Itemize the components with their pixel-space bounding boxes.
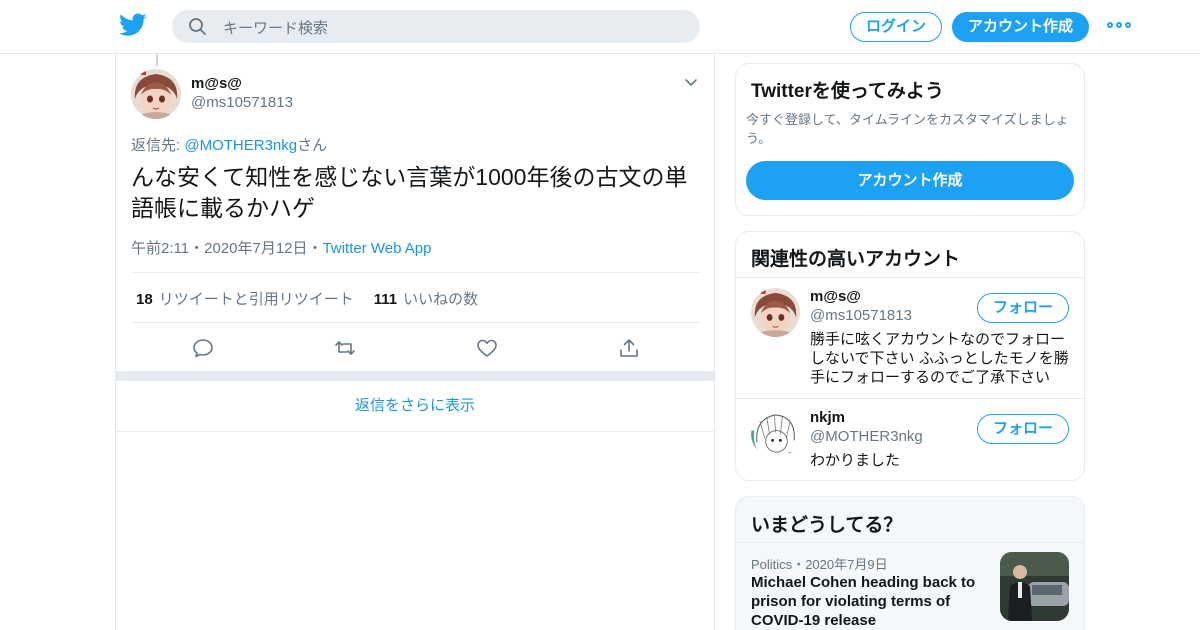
like-icon[interactable] [475, 336, 499, 360]
meta-separator: ・ [792, 557, 806, 572]
show-more-replies-link[interactable]: 返信をさらに表示 [116, 381, 714, 432]
tweet-detail-column: m@s@ @ms10571813 返信先: @MOTHER3nkgさん んな安く… [115, 54, 715, 630]
retweets-label: リツイートと引用リツイート [158, 291, 354, 308]
signup-promo-card: Twitterを使ってみよう 今すぐ登録して、タイムラインをカスタマイズしましょ… [735, 63, 1085, 216]
avatar[interactable] [131, 69, 181, 119]
retweet-icon[interactable] [333, 336, 357, 360]
thread-connector-line [156, 54, 158, 66]
tweet-meta: 午前2:11・2020年7月12日・Twitter Web App [131, 237, 431, 258]
follow-button[interactable]: フォロー [977, 293, 1069, 323]
divider [131, 272, 700, 273]
tweet-author-handle[interactable]: @ms10571813 [191, 94, 293, 111]
tweet-date[interactable]: 2020年7月12日 [204, 240, 307, 257]
promo-description: 今すぐ登録して、タイムラインをカスタマイズしましょう。 [746, 112, 1069, 146]
meta-separator: ・ [307, 240, 323, 257]
reply-prefix: 返信先: [131, 137, 185, 154]
reply-icon[interactable] [191, 336, 215, 360]
meta-separator: ・ [189, 240, 205, 257]
share-icon[interactable] [617, 336, 641, 360]
account-bio: 勝手に呟くアカウントなのでフォローしないで下さい ふふっとしたモノを勝手にフォロ… [810, 331, 1069, 386]
reply-context: 返信先: @MOTHER3nkgさん [131, 134, 327, 155]
reply-suffix: さん [297, 137, 328, 154]
divider [131, 322, 700, 323]
search-bar[interactable]: キーワード検索 [172, 10, 700, 43]
likes-count: 111 [373, 291, 398, 308]
signup-button[interactable]: アカウント作成 [952, 12, 1089, 42]
retweets-stat[interactable]: 18 リツイートと引用リツイート [136, 291, 354, 308]
likes-label: いいねの数 [403, 291, 479, 308]
tweet-stats: 18 リツイートと引用リツイート 111 いいねの数 [136, 288, 478, 309]
trend-date: 2020年7月9日 [805, 557, 888, 572]
promo-signup-button[interactable]: アカウント作成 [746, 161, 1074, 200]
trend-headline[interactable]: Michael Cohen heading back to prison for… [751, 573, 996, 630]
account-bio: わかりました [810, 452, 901, 469]
retweets-count: 18 [136, 291, 153, 308]
account-handle[interactable]: @ms10571813 [810, 307, 912, 324]
avatar[interactable] [751, 288, 800, 337]
tweet-source-app[interactable]: Twitter Web App [323, 240, 432, 257]
search-input[interactable]: キーワード検索 [223, 17, 328, 38]
reply-mention-link[interactable]: @MOTHER3nkg [184, 137, 297, 154]
section-gap [116, 371, 714, 381]
account-name[interactable]: m@s@ [810, 288, 861, 305]
tweet-text: んな安くて知性を感じない言葉が1000年後の古文の単語帳に載るかハゲ [131, 164, 688, 221]
related-accounts-card: 関連性の高いアカウント m@s@ @ms10571813 フォロー 勝手に呟くア… [735, 231, 1085, 481]
search-icon [188, 17, 208, 37]
trends-title: いまどうしてる？ [751, 515, 903, 536]
follow-button[interactable]: フォロー [977, 414, 1069, 444]
twitter-logo-icon[interactable] [119, 13, 147, 37]
tweet-time[interactable]: 午前2:11 [131, 240, 189, 257]
related-accounts-title: 関連性の高いアカウント [751, 249, 961, 270]
divider [736, 542, 1084, 543]
avatar[interactable] [751, 409, 800, 458]
trend-meta: Politics・2020年7月9日 [751, 554, 888, 573]
chevron-down-icon[interactable] [683, 76, 699, 88]
account-name[interactable]: nkjm [810, 409, 845, 426]
tweet-author-name[interactable]: m@s@ [191, 75, 242, 92]
promo-title: Twitterを使ってみよう [751, 81, 944, 102]
more-icon[interactable] [1107, 20, 1131, 32]
trend-category: Politics [751, 557, 793, 572]
trend-thumbnail[interactable] [1000, 552, 1069, 621]
account-handle[interactable]: @MOTHER3nkg [810, 428, 923, 445]
trends-card: いまどうしてる？ Politics・2020年7月9日 Michael Cohe… [735, 496, 1085, 630]
likes-stat[interactable]: 111 いいねの数 [374, 291, 478, 308]
top-navigation-bar: キーワード検索 ログイン アカウント作成 [0, 0, 1200, 54]
login-button[interactable]: ログイン [850, 12, 942, 42]
account-item[interactable]: nkjm @MOTHER3nkg フォロー わかりました [736, 399, 1084, 480]
account-item[interactable]: m@s@ @ms10571813 フォロー 勝手に呟くアカウントなのでフォローし… [736, 278, 1084, 399]
